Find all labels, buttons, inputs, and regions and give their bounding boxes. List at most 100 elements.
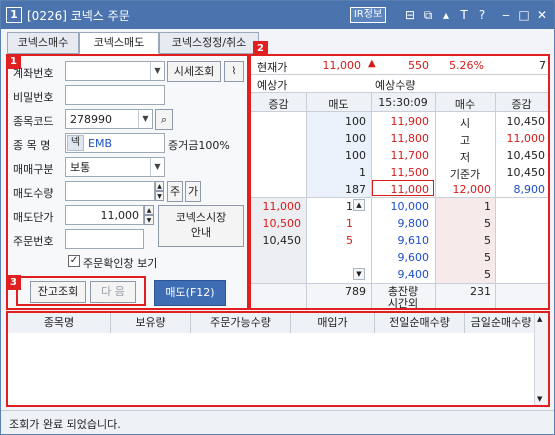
ask-price[interactable]: 11,500 [371,166,430,179]
total-bid-qty: 231 [470,285,491,298]
chevron-down-icon[interactable]: ▼ [150,158,164,176]
info-value: 11,000 [506,132,546,145]
order-window: 1 [0226] 코넥스 주문 IR정보 ⊟ ⧉ ▴ T ? ‒ □ ✕ 코넥스… [0,0,555,435]
order-no-field[interactable] [65,229,144,249]
info-label: 고 [459,134,471,147]
status-bar: 조회가 완료 되었습니다. [1,410,554,434]
search-icon[interactable]: ⌕ [155,109,173,130]
link-icon[interactable]: ⊟ [402,7,418,23]
tab-sell[interactable]: 코넥스매도 [79,32,159,54]
current-price-label: 현재가 [257,61,288,74]
expected-price-label: 예상가 [257,79,288,92]
font-icon[interactable]: T [456,7,472,23]
col-purchase-price[interactable]: 매입가 [291,313,375,333]
info-value: 10,450 [506,115,546,128]
copy-icon[interactable]: ⧉ [420,7,436,23]
scroll-down-icon[interactable]: ▼ [537,395,542,403]
annotation-2: 2 [253,41,268,56]
ask-price[interactable]: 11,700 [371,149,430,162]
total-ask-qty: 789 [345,285,366,298]
bid-price[interactable]: 9,610 [371,234,430,247]
pin-icon[interactable]: ▴ [438,7,454,23]
bid-qty: 5 [484,217,491,230]
left-side-price: 10,500 [262,217,302,230]
ask-qty: 1 [359,166,366,179]
share-unit-button[interactable]: 주 [167,181,183,202]
header-right-change: 증감 [511,98,532,111]
exchange-badge: 넥 [67,135,84,151]
col-orderable-qty[interactable]: 주문가능수량 [191,313,291,333]
maximize-icon[interactable]: □ [516,7,532,23]
price-up-icon[interactable]: ▲ [144,205,154,215]
balance-lookup-button[interactable]: 잔고조회 [30,281,86,303]
qty-up-icon[interactable]: ▲ [155,181,164,191]
password-label: 비밀번호 [13,91,54,104]
bid-qty: 5 [484,251,491,264]
qty-down-icon[interactable]: ▼ [155,191,164,201]
stock-name-label: 종 목 명 [13,139,51,152]
status-message: 조회가 완료 되었습니다. [9,418,121,431]
quote-panel: 2 현재가 11,000 ▲ 550 5.26% 7 예상가 예상수량 증감 매… [249,41,550,310]
tab-modify-cancel[interactable]: 코넥스정정/취소 [159,32,259,54]
price-lookup-button[interactable]: 시세조회 [167,61,221,82]
margin-rate: 증거금100% [168,139,230,152]
tab-buy[interactable]: 코넥스매수 [7,32,79,54]
bid-price[interactable]: 9,800 [371,217,430,230]
upper-limit: 12,000 [452,183,492,196]
price-change: 550 [408,59,429,72]
trade-type-label: 매매구분 [13,163,54,176]
left-side-qty: 1 [346,217,353,230]
password-field[interactable] [65,85,165,105]
price-label: 매도단가 [13,211,54,224]
ask-price-current[interactable]: 11,000 [371,183,430,196]
order-no-label: 주문번호 [13,235,54,248]
ir-info-button[interactable]: IR정보 [350,7,386,23]
bid-price[interactable]: 9,600 [371,251,430,264]
ask-price[interactable]: 11,800 [371,132,430,145]
market-guide-button[interactable]: 코넥스시장 안내 [158,205,244,247]
col-prev-net-buy[interactable]: 전일순매수량 [375,313,465,333]
volume: 7 [539,59,546,72]
lower-limit: 8,900 [513,183,546,196]
chevron-down-icon[interactable]: ▼ [138,110,152,128]
price-unit-button[interactable]: 가 [185,181,201,202]
bid-price[interactable]: 10,000 [371,200,430,213]
minimize-icon[interactable]: ‒ [498,7,514,23]
ask-qty: 100 [345,132,366,145]
chevron-down-icon[interactable]: ▼ [150,62,164,80]
next-button[interactable]: 다 음 [90,281,136,303]
sell-qty-field[interactable] [65,181,155,201]
title-bar: 1 [0226] 코넥스 주문 IR정보 ⊟ ⧉ ▴ T ? ‒ □ ✕ [1,1,554,29]
change-pct: 5.26% [449,59,484,72]
order-form-panel: 1 계좌번호 ▼ 시세조회 ⌇ 비밀번호 종목코드 278990 ▼ ⌕ 종 목… [6,54,249,310]
window-number: 1 [6,7,22,23]
scroll-up-icon[interactable]: ▲ [353,199,365,211]
col-stock-name[interactable]: 종목명 [8,313,111,333]
close-icon[interactable]: ✕ [534,7,550,23]
ask-qty: 100 [345,115,366,128]
header-bid: 매수 [454,98,476,111]
sell-price-field[interactable]: 11,000 [65,205,144,225]
scroll-up-icon[interactable]: ▲ [537,315,542,323]
info-label: 시 [459,117,471,130]
scroll-down-icon[interactable]: ▼ [353,268,365,280]
sell-submit-button[interactable]: 매도(F12) [154,280,226,306]
info-value: 10,450 [506,166,546,179]
header-left-change: 증감 [268,98,289,111]
price-down-icon[interactable]: ▼ [144,215,154,225]
up-arrow-icon: ▲ [368,58,376,69]
account-label: 계좌번호 [13,67,54,80]
bid-qty: 5 [484,268,491,281]
ask-qty: 100 [345,149,366,162]
confirm-checkbox[interactable]: ✓ [68,255,80,267]
help-icon[interactable]: ? [474,7,490,23]
ask-qty: 187 [345,183,366,196]
col-holding-qty[interactable]: 보유량 [111,313,191,333]
col-today-net-buy[interactable]: 금일순매수량 [465,313,538,333]
left-side-price: 10,450 [262,234,302,247]
confirm-checkbox-label: 주문확인창 보기 [83,257,158,270]
ask-price[interactable]: 11,900 [371,115,430,128]
bid-price[interactable]: 9,400 [371,268,430,281]
chart-icon[interactable]: ⌇ [224,61,244,82]
holdings-scrollbar[interactable]: ▲ ▼ [534,313,548,405]
